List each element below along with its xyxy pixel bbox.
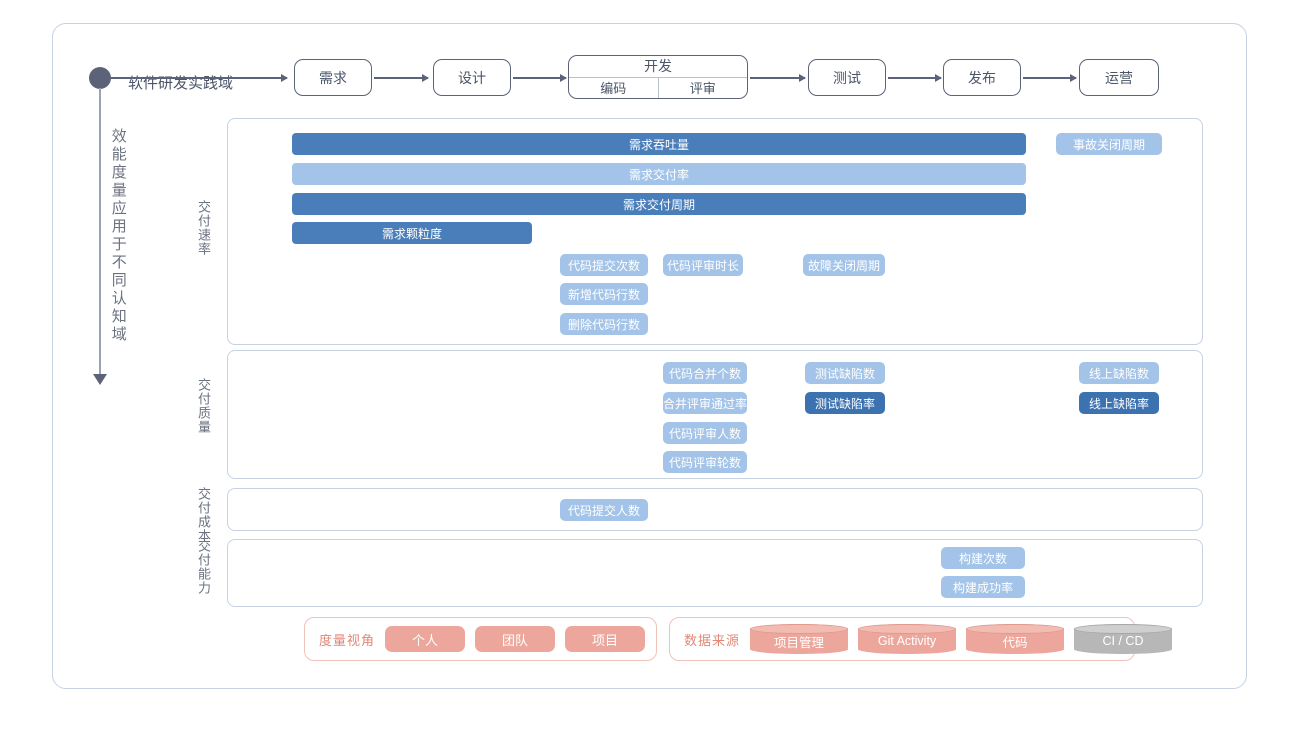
flow-stage-substages: 编码 评审 — [569, 77, 748, 98]
flow-substage-review[interactable]: 评审 — [657, 77, 748, 98]
metric-pill[interactable]: 构建次数 — [941, 547, 1025, 569]
metric-pill[interactable]: 删除代码行数 — [560, 313, 648, 335]
panel-label-delivery-quality: 交付质量 — [196, 378, 212, 434]
legend-perspective-title: 度量视角 — [319, 632, 376, 648]
metric-label: 需求颗粒度 — [381, 226, 442, 241]
metric-pill[interactable]: 代码评审轮数 — [663, 451, 747, 473]
metric-pill[interactable]: 代码提交次数 — [560, 254, 648, 276]
practice-domain-label: 软件研发实践域 — [128, 75, 234, 92]
flow-stage-design[interactable]: 设计 — [433, 59, 511, 96]
metric-pill[interactable]: 线上缺陷数 — [1079, 362, 1159, 384]
flow-stage-test[interactable]: 测试 — [808, 59, 886, 96]
panel-label-delivery-cost: 交付成本 — [196, 487, 212, 543]
source-label: 项目管理 — [774, 635, 825, 650]
metric-label: 需求交付率 — [628, 167, 689, 182]
connector-3 — [750, 74, 806, 81]
panel-delivery-capability — [227, 539, 1203, 607]
metric-pill[interactable]: 线上缺陷率 — [1079, 392, 1159, 414]
source-cylinder-project-management[interactable]: 项目管理 — [750, 624, 849, 654]
diagram-canvas: 效能度量应用于不同认知域 软件研发实践域 需求 设计 开发 编码 评审 测试 发… — [0, 0, 1299, 731]
metric-pill[interactable]: 合并评审通过率 — [663, 392, 747, 414]
metric-pill[interactable]: 代码评审时长 — [663, 254, 743, 276]
connector-origin — [111, 74, 288, 81]
metric-bar[interactable]: 需求吞吐量 — [292, 133, 1026, 155]
source-cylinder-code[interactable]: 代码 — [966, 624, 1065, 654]
axis-vertical-label: 效能度量应用于不同认知域 — [109, 128, 127, 344]
axis-arrow-icon — [93, 374, 107, 385]
flow-stage-label: 测试 — [833, 69, 861, 86]
legend-perspective: 度量视角 个人 团队 项目 — [304, 617, 657, 661]
axis-origin-dot — [89, 67, 111, 89]
panel-delivery-cost — [227, 488, 1203, 531]
panel-label-delivery-speed: 交付速率 — [196, 200, 212, 256]
metric-bar[interactable]: 需求交付率 — [292, 163, 1026, 185]
metric-pill[interactable]: 故障关闭周期 — [803, 254, 885, 276]
metric-pill[interactable]: 构建成功率 — [941, 576, 1025, 598]
connector-2 — [513, 74, 567, 81]
flow-stage-development[interactable]: 开发 编码 评审 — [568, 55, 748, 99]
metric-pill[interactable]: 代码合并个数 — [663, 362, 747, 384]
panel-label-delivery-capability: 交付能力 — [196, 539, 212, 595]
metric-pill[interactable]: 测试缺陷数 — [805, 362, 885, 384]
source-label: Git Activity — [877, 634, 937, 648]
connector-1 — [374, 74, 429, 81]
legend-sources-title: 数据来源 — [684, 632, 741, 648]
source-label: 代码 — [1002, 635, 1028, 650]
perspective-chip-project[interactable]: 项目 — [565, 626, 646, 652]
connector-5 — [1023, 74, 1077, 81]
perspective-chip-personal[interactable]: 个人 — [385, 626, 466, 652]
metric-pill[interactable]: 新增代码行数 — [560, 283, 648, 305]
legend-data-sources: 数据来源 项目管理 Git Activity 代码 CI / CD — [669, 617, 1173, 661]
metric-pill[interactable]: 测试缺陷率 — [805, 392, 885, 414]
flow-stage-label: 运营 — [1105, 69, 1133, 86]
flow-substage-coding[interactable]: 编码 — [569, 78, 658, 98]
flow-stage-label: 设计 — [458, 69, 486, 86]
source-label: CI / CD — [1102, 634, 1144, 648]
metric-pill[interactable]: 代码评审人数 — [663, 422, 747, 444]
metric-pill[interactable]: 代码提交人数 — [560, 499, 648, 521]
metric-pill[interactable]: 事故关闭周期 — [1056, 133, 1162, 155]
source-cylinder-git-activity[interactable]: Git Activity — [858, 624, 957, 654]
metric-bar[interactable]: 需求交付周期 — [292, 193, 1026, 215]
metric-bar[interactable]: 需求颗粒度 — [292, 222, 532, 244]
metric-label: 需求交付周期 — [622, 197, 695, 212]
source-cylinder-cicd[interactable]: CI / CD — [1074, 624, 1173, 654]
flow-stage-operation[interactable]: 运营 — [1079, 59, 1159, 96]
flow-stage-label: 开发 — [569, 56, 747, 78]
flow-stage-requirement[interactable]: 需求 — [294, 59, 372, 96]
perspective-chip-team[interactable]: 团队 — [475, 626, 556, 652]
axis-vertical-line — [99, 88, 101, 380]
connector-4 — [888, 74, 942, 81]
flow-stage-release[interactable]: 发布 — [943, 59, 1021, 96]
metric-label: 需求吞吐量 — [628, 137, 689, 152]
flow-stage-label: 需求 — [319, 69, 347, 86]
flow-stage-label: 发布 — [968, 69, 996, 86]
